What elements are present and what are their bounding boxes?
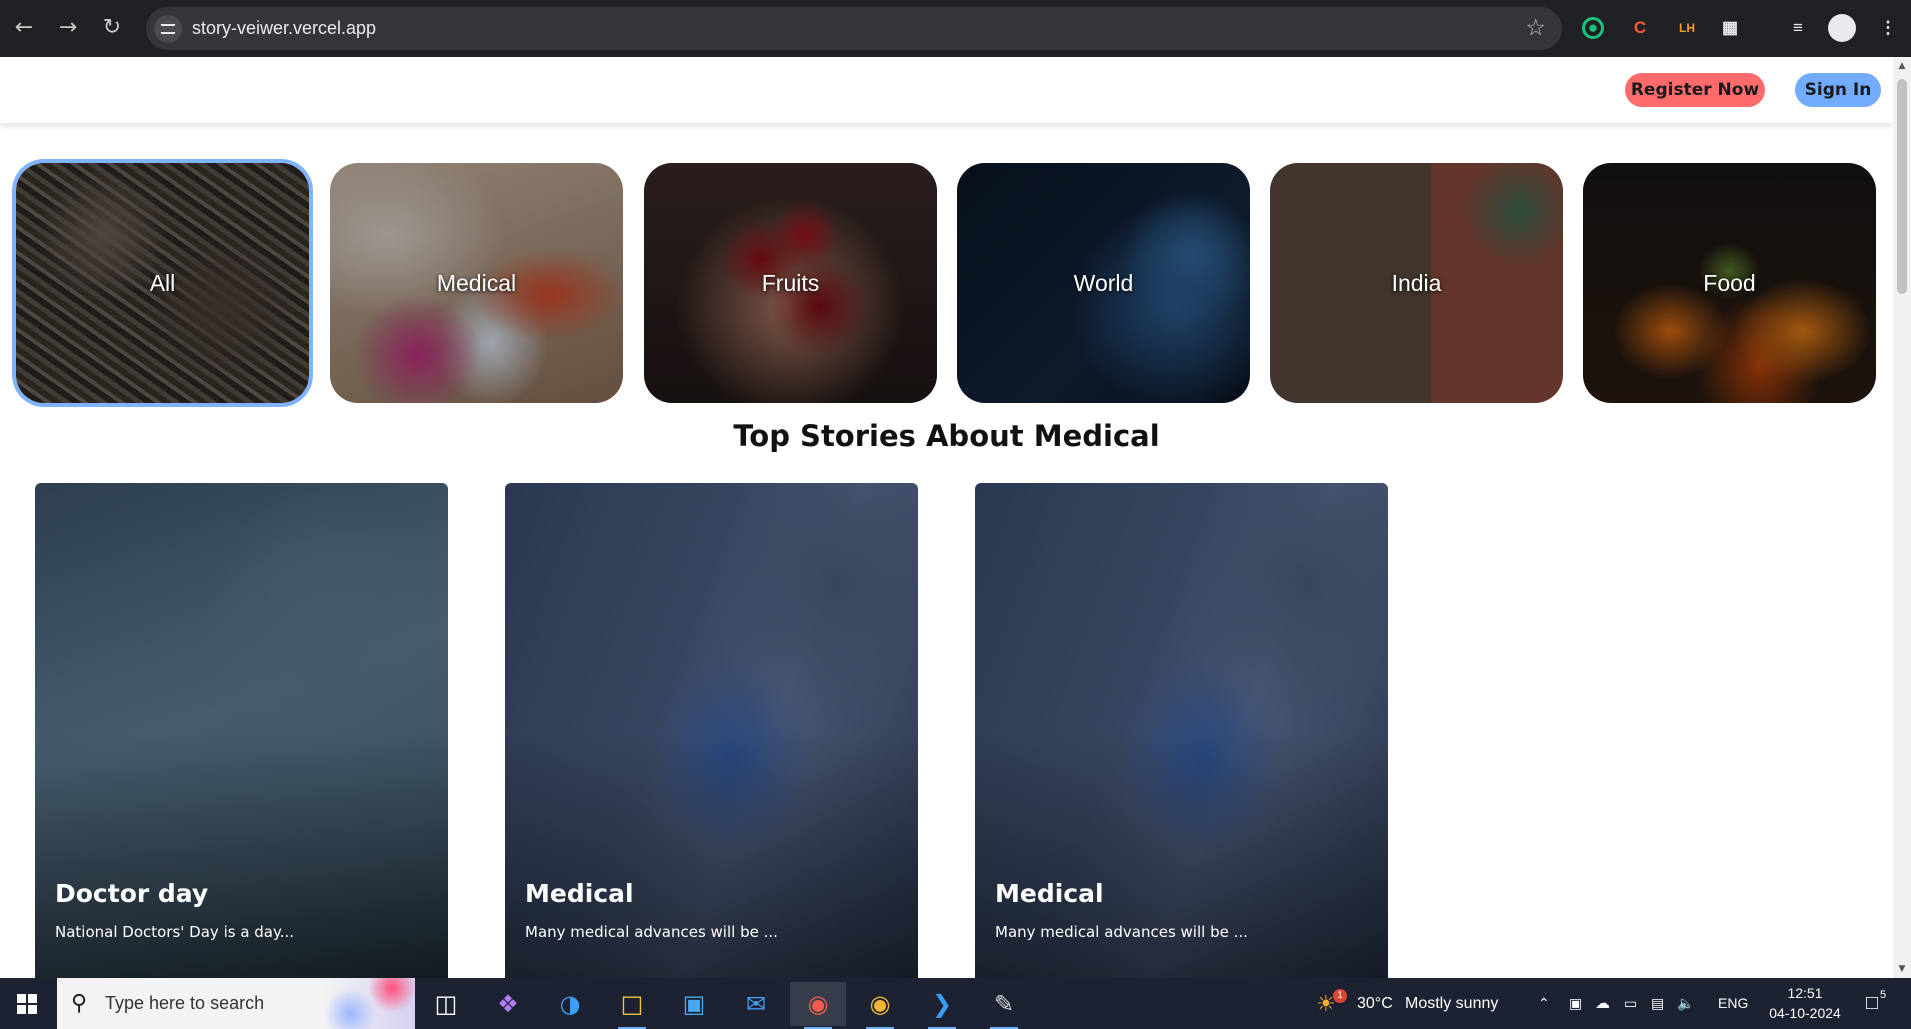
scroll-up-arrow-icon[interactable]: ▲ bbox=[1893, 57, 1911, 75]
edge-browser-icon[interactable]: ◑ bbox=[542, 982, 598, 1026]
category-label: India bbox=[1391, 269, 1442, 296]
page: Register Now Sign In All Medical Fruits … bbox=[0, 57, 1893, 978]
category-india[interactable]: India bbox=[1270, 163, 1563, 403]
category-label: Medical bbox=[436, 269, 517, 296]
copilot-icon[interactable]: ❖ bbox=[480, 982, 536, 1026]
vscode-icon[interactable]: ❯ bbox=[914, 982, 970, 1029]
chevron-up-icon[interactable]: ⌃ bbox=[1538, 978, 1550, 1029]
search-highlight-image bbox=[323, 978, 415, 1029]
volume-icon[interactable]: 🔈 bbox=[1677, 978, 1694, 1029]
address-bar[interactable]: story-veiwer.vercel.app ☆ bbox=[146, 7, 1562, 50]
forward-button[interactable]: → bbox=[52, 12, 84, 44]
notification-count: 5 bbox=[1880, 989, 1887, 1001]
story-card[interactable]: Medical Many medical advances will be ..… bbox=[505, 483, 918, 978]
site-header: Register Now Sign In bbox=[0, 57, 1893, 123]
windows-logo-icon bbox=[17, 994, 37, 1014]
weather-badge: 1 bbox=[1333, 989, 1347, 1003]
category-all[interactable]: All bbox=[16, 163, 309, 403]
file-explorer-icon[interactable]: □ bbox=[604, 982, 660, 1029]
search-icon: ⚲ bbox=[71, 991, 88, 1016]
extension-target-icon[interactable]: ● bbox=[1582, 17, 1604, 39]
category-label: World bbox=[1073, 269, 1134, 296]
signin-button[interactable]: Sign In bbox=[1795, 73, 1881, 107]
search-placeholder: Type here to search bbox=[105, 993, 265, 1013]
reload-button[interactable]: ↻ bbox=[96, 12, 128, 44]
category-food[interactable]: Food bbox=[1583, 163, 1876, 403]
notification-icon[interactable]: □ bbox=[1866, 978, 1878, 1029]
story-description: Many medical advances will be ... bbox=[525, 923, 778, 941]
story-title: Doctor day bbox=[55, 879, 209, 908]
story-description: Many medical advances will be ... bbox=[995, 923, 1248, 941]
clock-date: 04-10-2024 bbox=[1769, 1005, 1841, 1021]
site-info-icon[interactable] bbox=[154, 15, 182, 43]
category-label: Food bbox=[1703, 269, 1756, 296]
register-button[interactable]: Register Now bbox=[1625, 73, 1765, 107]
browser-toolbar: ← → ↻ story-veiwer.vercel.app ☆ ● C LH ▦… bbox=[0, 0, 1911, 57]
extension-c-icon[interactable]: C bbox=[1626, 14, 1654, 42]
category-list: All Medical Fruits World India Food bbox=[16, 163, 1876, 403]
url-text[interactable]: story-veiwer.vercel.app bbox=[192, 7, 376, 50]
category-world[interactable]: World bbox=[957, 163, 1250, 403]
reload-icon: ↻ bbox=[102, 15, 122, 40]
arrow-right-icon: → bbox=[58, 15, 78, 40]
weather-condition[interactable]: Mostly sunny bbox=[1405, 978, 1498, 1029]
weather-icon[interactable]: ☀ bbox=[1316, 978, 1336, 1029]
chrome-profile-icon[interactable]: ◉ bbox=[852, 982, 908, 1029]
category-label: Fruits bbox=[761, 269, 820, 296]
story-card[interactable]: Medical Many medical advances will be ..… bbox=[975, 483, 1388, 978]
media-control-icon[interactable]: ≡ bbox=[1784, 14, 1812, 42]
story-card[interactable]: Doctor day National Doctors' Day is a da… bbox=[35, 483, 448, 978]
extensions-puzzle-icon[interactable]: ▦ bbox=[1716, 14, 1744, 42]
network-icon[interactable]: ▤ bbox=[1651, 978, 1664, 1029]
page-scrollbar[interactable]: ▲ ▼ bbox=[1893, 57, 1911, 978]
category-fruits[interactable]: Fruits bbox=[644, 163, 937, 403]
category-medical[interactable]: Medical bbox=[330, 163, 623, 403]
onedrive-cloud-icon[interactable]: ☁ bbox=[1595, 978, 1610, 1029]
profile-avatar[interactable] bbox=[1828, 14, 1856, 42]
back-button[interactable]: ← bbox=[8, 12, 40, 44]
paint-icon[interactable]: ✎ bbox=[976, 982, 1032, 1029]
weather-temperature[interactable]: 30°C bbox=[1357, 978, 1393, 1029]
scrollbar-thumb[interactable] bbox=[1897, 79, 1907, 294]
story-title: Medical bbox=[525, 879, 634, 908]
clock[interactable]: 12:51 04-10-2024 bbox=[1756, 983, 1854, 1023]
task-view-icon[interactable]: ◫ bbox=[418, 982, 474, 1026]
bookmark-star-icon[interactable]: ☆ bbox=[1525, 7, 1546, 50]
section-title: Top Stories About Medical bbox=[733, 419, 1160, 453]
start-button[interactable] bbox=[0, 978, 56, 1029]
clock-time: 12:51 bbox=[1787, 985, 1823, 1001]
meet-now-icon[interactable]: ▣ bbox=[1569, 978, 1582, 1029]
arrow-left-icon: ← bbox=[14, 15, 34, 40]
language-indicator[interactable]: ENG bbox=[1718, 978, 1748, 1029]
scroll-down-arrow-icon[interactable]: ▼ bbox=[1893, 960, 1911, 978]
browser-menu-icon[interactable]: ⋮ bbox=[1874, 14, 1902, 42]
story-description: National Doctors' Day is a day... bbox=[55, 923, 295, 941]
category-label: All bbox=[149, 269, 176, 296]
taskbar-search-box[interactable]: ⚲ Type here to search bbox=[57, 978, 415, 1029]
windows-taskbar: ⚲ Type here to search ◫ ❖ ◑ □ ▣ ✉ ◉ ◉ ❯ … bbox=[0, 978, 1911, 1029]
mail-icon[interactable]: ✉ bbox=[728, 982, 784, 1026]
microsoft-store-icon[interactable]: ▣ bbox=[666, 982, 722, 1026]
extension-lh-icon[interactable]: LH bbox=[1673, 14, 1701, 42]
story-title: Medical bbox=[995, 879, 1104, 908]
battery-icon[interactable]: ▭ bbox=[1624, 978, 1637, 1029]
chrome-icon[interactable]: ◉ bbox=[790, 982, 846, 1029]
